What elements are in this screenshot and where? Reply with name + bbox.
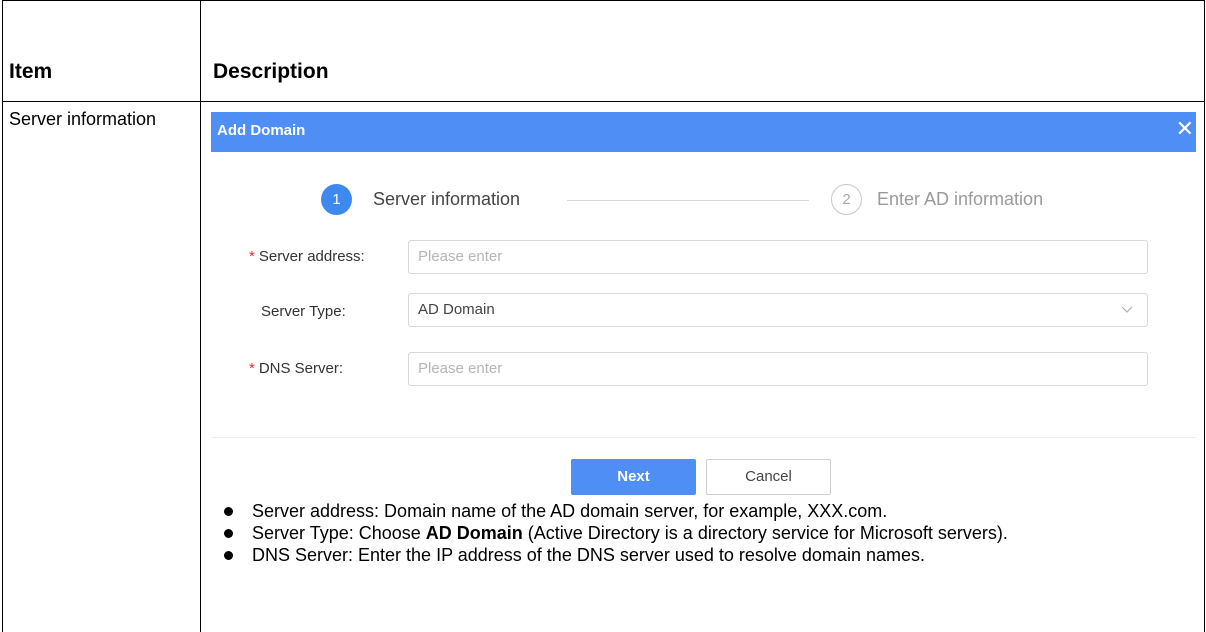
item-cell-text: Server information <box>9 109 157 129</box>
step-1-circle: 1 <box>321 184 352 215</box>
required-mark: * <box>249 360 255 377</box>
table-column-divider <box>200 0 201 632</box>
list-item: DNS Server: Enter the IP address of the … <box>214 544 1196 566</box>
table-border-top <box>2 0 1205 1</box>
step-connector-line <box>567 200 809 201</box>
add-domain-dialog: Add Domain ✕ 1 Server information 2 Ente… <box>211 112 1196 500</box>
server-address-input[interactable]: Please enter <box>408 240 1148 274</box>
description-bullets: Server address: Domain name of the AD do… <box>214 500 1196 566</box>
list-item: Server address: Domain name of the AD do… <box>214 500 1196 522</box>
table-border-right <box>1204 0 1205 632</box>
server-address-placeholder: Please enter <box>418 248 503 265</box>
bullet-icon <box>224 507 233 516</box>
dns-server-input[interactable]: Please enter <box>408 352 1148 386</box>
step-2-circle: 2 <box>831 184 862 215</box>
server-type-label: Server Type: <box>261 303 346 320</box>
server-type-value: AD Domain <box>418 301 495 318</box>
dns-server-label: * DNS Server: <box>249 360 344 377</box>
header-description: Description <box>213 60 329 83</box>
dialog-footer-divider <box>211 437 1196 438</box>
close-icon[interactable]: ✕ <box>1176 116 1194 142</box>
server-type-select[interactable]: AD Domain <box>408 293 1148 327</box>
dialog-title-bar: Add Domain ✕ <box>211 112 1196 152</box>
bullet-icon <box>224 529 233 538</box>
chevron-down-icon <box>1121 294 1133 338</box>
step-2-label: Enter AD information <box>877 189 1044 209</box>
list-item: Server Type: Choose AD Domain (Active Di… <box>214 522 1196 544</box>
step-1-label: Server information <box>373 189 521 209</box>
cancel-button[interactable]: Cancel <box>706 459 831 495</box>
dialog-title: Add Domain <box>217 122 306 139</box>
next-button[interactable]: Next <box>571 459 696 495</box>
server-address-label: * Server address: <box>249 248 365 265</box>
header-item: Item <box>9 60 53 83</box>
required-mark: * <box>249 248 255 265</box>
dns-server-placeholder: Please enter <box>418 360 503 377</box>
table-border-left <box>2 0 3 632</box>
table-header-divider <box>2 101 1205 102</box>
bullet-icon <box>224 551 233 560</box>
